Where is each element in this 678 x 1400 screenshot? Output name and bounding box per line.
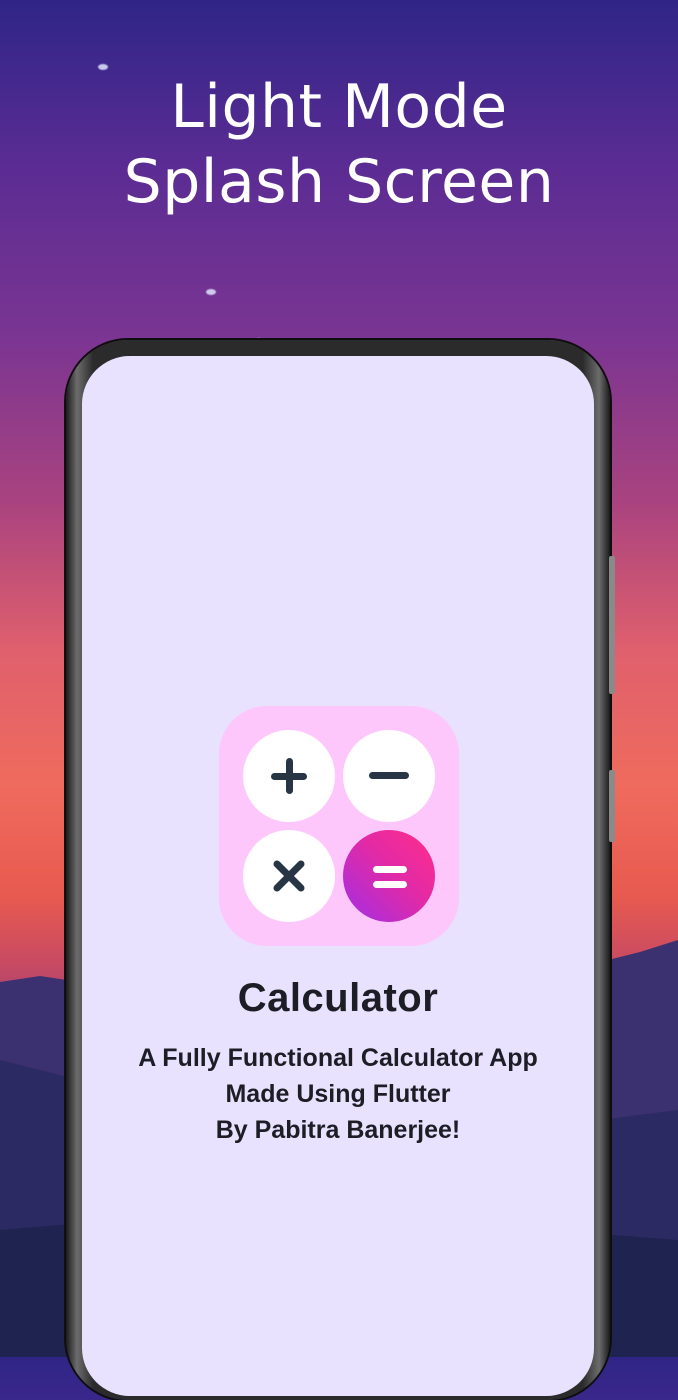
phone-power-button bbox=[609, 770, 615, 842]
tagline-line-2: Made Using Flutter bbox=[225, 1080, 451, 1108]
app-logo bbox=[219, 706, 459, 946]
equals-icon bbox=[373, 866, 407, 888]
app-title: Calculator bbox=[237, 976, 439, 1020]
headline: Light Mode Splash Screen bbox=[0, 70, 678, 220]
multiply-key bbox=[243, 830, 335, 922]
minus-icon bbox=[369, 772, 409, 779]
plus-icon bbox=[271, 758, 307, 794]
app-tagline: A Fully Functional Calculator App Made U… bbox=[82, 1040, 594, 1148]
star bbox=[206, 289, 216, 295]
multiply-icon bbox=[273, 860, 305, 892]
phone-volume-button bbox=[609, 556, 615, 694]
plus-key bbox=[243, 730, 335, 822]
tagline-line-3: By Pabitra Banerjee! bbox=[215, 1116, 461, 1144]
splash-screen: Calculator A Fully Functional Calculator… bbox=[82, 356, 594, 1396]
tagline-line-1: A Fully Functional Calculator App bbox=[138, 1044, 538, 1072]
headline-line-1: Light Mode bbox=[170, 72, 508, 142]
equals-key bbox=[343, 830, 435, 922]
minus-key bbox=[343, 730, 435, 822]
headline-line-2: Splash Screen bbox=[123, 147, 555, 217]
